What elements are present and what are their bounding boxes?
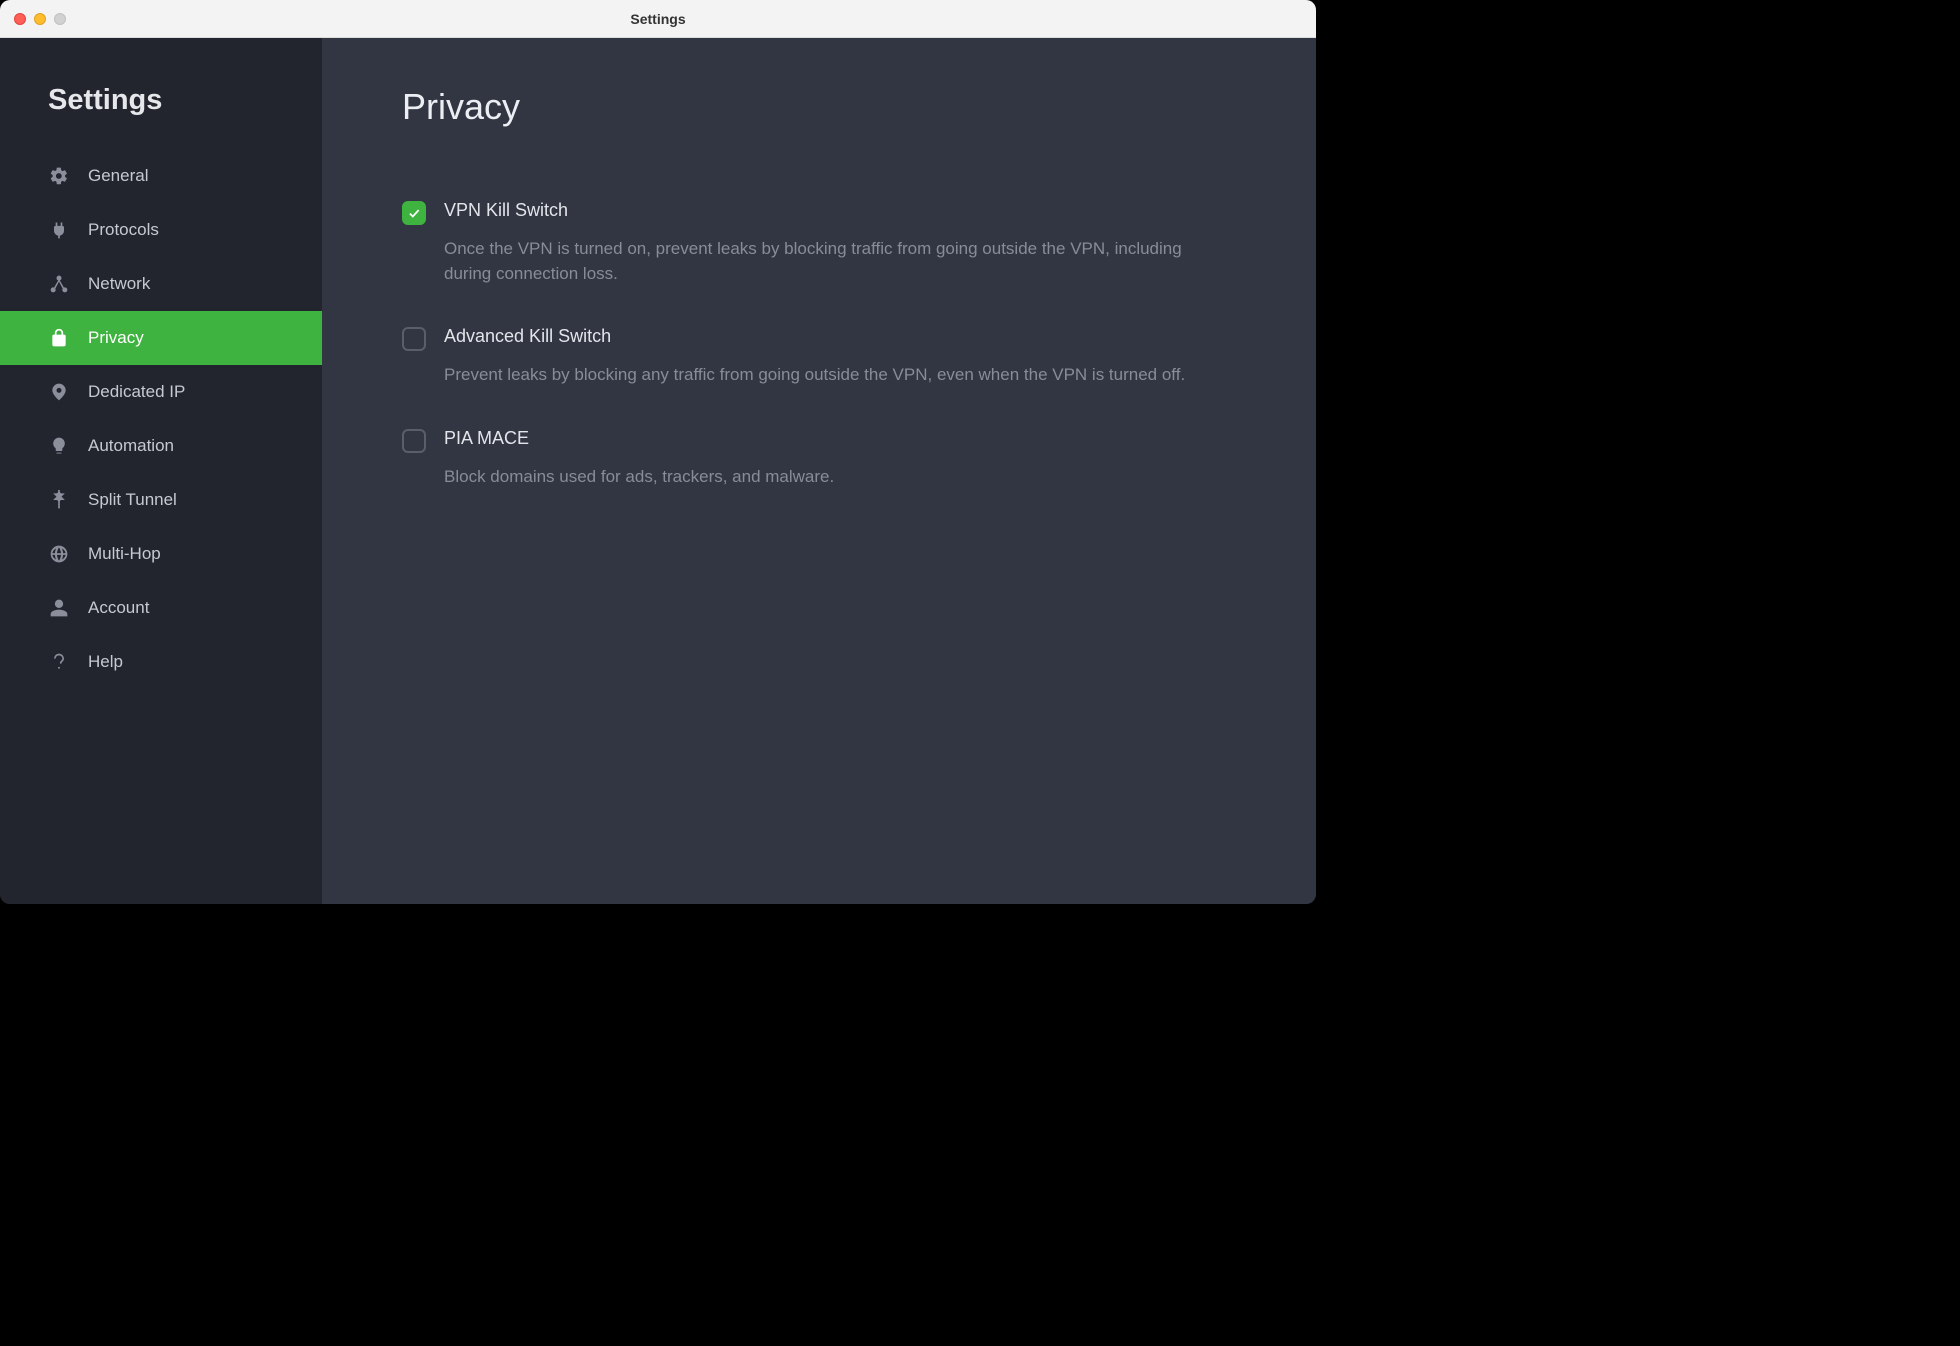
sidebar-nav: General Protocols Network: [0, 149, 322, 689]
titlebar: Settings: [0, 0, 1316, 38]
sidebar-item-label: Network: [88, 274, 150, 294]
maximize-window-button[interactable]: [54, 13, 66, 25]
network-icon: [48, 273, 70, 295]
setting-description: Once the VPN is turned on, prevent leaks…: [444, 237, 1224, 286]
close-window-button[interactable]: [14, 13, 26, 25]
sidebar-item-label: Dedicated IP: [88, 382, 185, 402]
setting-advanced-kill-switch: Advanced Kill Switch Prevent leaks by bl…: [402, 326, 1236, 388]
sidebar-item-label: Multi-Hop: [88, 544, 161, 564]
setting-vpn-kill-switch: VPN Kill Switch Once the VPN is turned o…: [402, 200, 1236, 286]
setting-pia-mace: PIA MACE Block domains used for ads, tra…: [402, 428, 1236, 490]
setting-description: Block domains used for ads, trackers, an…: [444, 465, 1224, 490]
lock-icon: [48, 327, 70, 349]
sidebar-item-label: Help: [88, 652, 123, 672]
checkbox-pia-mace[interactable]: [402, 429, 426, 453]
sidebar-item-help[interactable]: Help: [0, 635, 322, 689]
setting-title: VPN Kill Switch: [444, 200, 1236, 221]
sidebar-item-account[interactable]: Account: [0, 581, 322, 635]
checkbox-advanced-kill-switch[interactable]: [402, 327, 426, 351]
sidebar-heading: Settings: [0, 84, 322, 149]
window-title: Settings: [0, 11, 1316, 27]
sidebar-item-network[interactable]: Network: [0, 257, 322, 311]
gear-icon: [48, 165, 70, 187]
sidebar-item-label: Protocols: [88, 220, 159, 240]
setting-description: Prevent leaks by blocking any traffic fr…: [444, 363, 1224, 388]
sidebar-item-label: General: [88, 166, 148, 186]
minimize-window-button[interactable]: [34, 13, 46, 25]
setting-title: Advanced Kill Switch: [444, 326, 1236, 347]
sidebar: Settings General Protocols: [0, 38, 322, 904]
globe-icon: [48, 543, 70, 565]
question-icon: [48, 651, 70, 673]
lightbulb-icon: [48, 435, 70, 457]
checkbox-vpn-kill-switch[interactable]: [402, 201, 426, 225]
traffic-lights: [14, 13, 66, 25]
sidebar-item-dedicated-ip[interactable]: Dedicated IP: [0, 365, 322, 419]
person-icon: [48, 597, 70, 619]
sidebar-item-label: Automation: [88, 436, 174, 456]
sidebar-item-protocols[interactable]: Protocols: [0, 203, 322, 257]
sidebar-item-privacy[interactable]: Privacy: [0, 311, 322, 365]
sidebar-item-split-tunnel[interactable]: Split Tunnel: [0, 473, 322, 527]
setting-title: PIA MACE: [444, 428, 1236, 449]
page-title: Privacy: [402, 86, 1236, 128]
plug-icon: [48, 219, 70, 241]
split-tunnel-icon: [48, 489, 70, 511]
sidebar-item-label: Split Tunnel: [88, 490, 177, 510]
sidebar-item-label: Privacy: [88, 328, 144, 348]
check-icon: [407, 206, 421, 220]
dedicated-ip-icon: [48, 381, 70, 403]
content-pane: Privacy VPN Kill Switch Once the VPN is …: [322, 38, 1316, 904]
settings-window: Settings Settings General Protocols: [0, 0, 1316, 904]
sidebar-item-automation[interactable]: Automation: [0, 419, 322, 473]
sidebar-item-label: Account: [88, 598, 149, 618]
sidebar-item-general[interactable]: General: [0, 149, 322, 203]
sidebar-item-multi-hop[interactable]: Multi-Hop: [0, 527, 322, 581]
